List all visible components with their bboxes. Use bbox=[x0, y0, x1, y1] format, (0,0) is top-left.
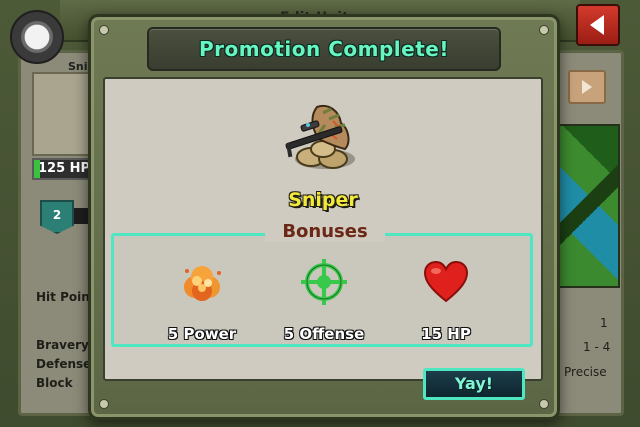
back-arrow-icon bbox=[590, 15, 604, 35]
rivet bbox=[539, 399, 549, 409]
dialog-title: Promotion Complete! bbox=[199, 37, 449, 61]
next-arrow-button[interactable] bbox=[568, 70, 606, 104]
back-button[interactable] bbox=[576, 4, 620, 46]
explosion-icon bbox=[177, 257, 227, 307]
bonus-offense: 5 Offense bbox=[269, 257, 379, 343]
unit-thumbnail[interactable] bbox=[32, 72, 96, 156]
stat-bravery: Bravery bbox=[36, 338, 89, 352]
rivet bbox=[539, 25, 549, 35]
right-value-2: 1 - 4 bbox=[583, 340, 611, 354]
heart-icon bbox=[421, 257, 471, 307]
rivet bbox=[99, 25, 109, 35]
promotion-dialog: Promotion Complete! Sniper Bonuses 5 Pow… bbox=[88, 14, 560, 420]
stat-defense: Defense bbox=[36, 357, 92, 371]
stat-block: Block bbox=[36, 376, 73, 390]
yay-button[interactable]: Yay! bbox=[423, 368, 525, 400]
menu-circle-button[interactable] bbox=[10, 10, 64, 64]
sniper-portrait bbox=[279, 99, 369, 189]
bonus-hp: 15 HP bbox=[391, 257, 501, 343]
crosshair-icon bbox=[299, 257, 349, 307]
bonus-power-label: 5 Power bbox=[167, 325, 237, 343]
map-preview bbox=[556, 124, 620, 288]
right-value-1: 1 bbox=[600, 316, 608, 330]
unit-name: Sniper bbox=[288, 189, 358, 211]
bonuses-heading: Bonuses bbox=[265, 221, 385, 242]
title-plate: Promotion Complete! bbox=[147, 27, 501, 71]
bonus-hp-label: 15 HP bbox=[421, 325, 471, 343]
right-value-3: Precise bbox=[564, 365, 607, 379]
rivet bbox=[99, 399, 109, 409]
dialog-content: Sniper Bonuses 5 Power 5 Offense 15 HP bbox=[103, 77, 543, 381]
bonus-offense-label: 5 Offense bbox=[283, 325, 365, 343]
bonus-power: 5 Power bbox=[147, 257, 257, 343]
